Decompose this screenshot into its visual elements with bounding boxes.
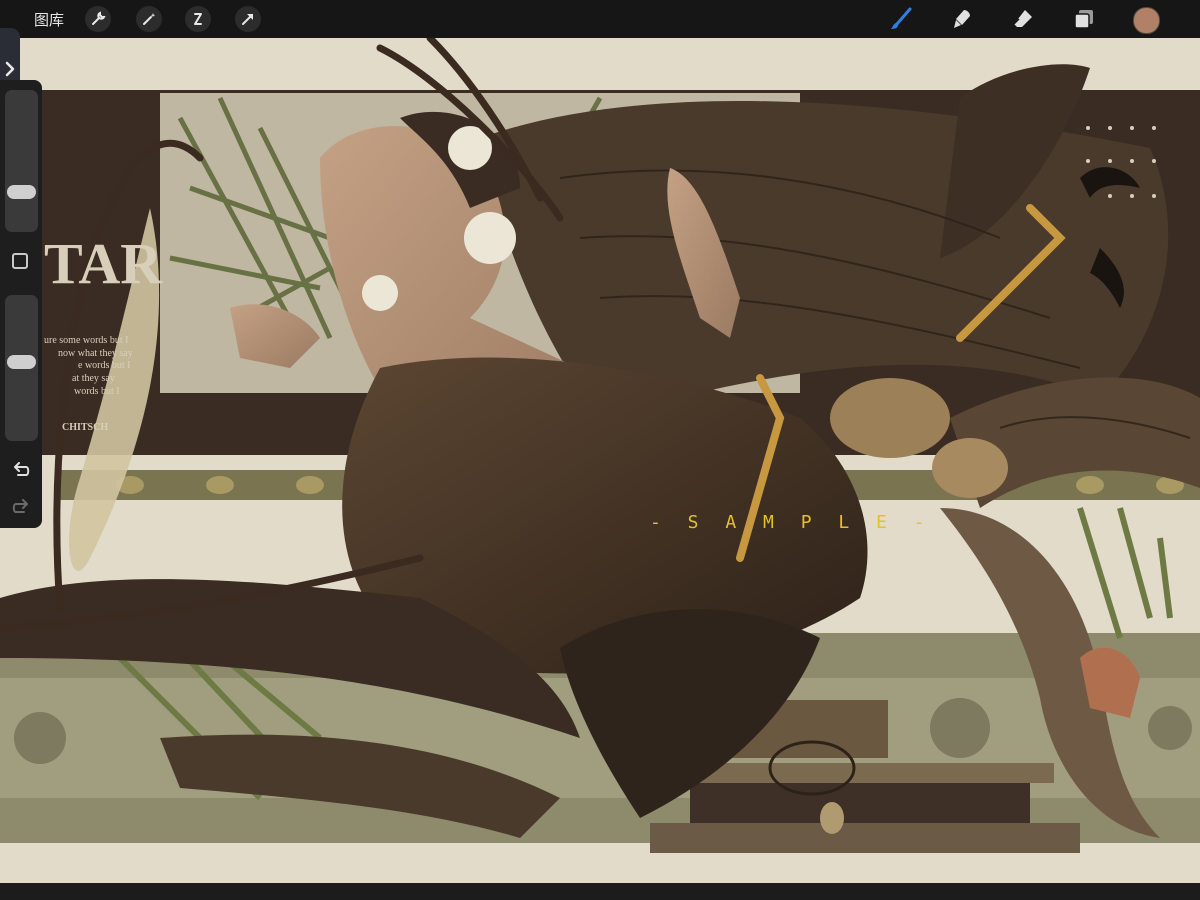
actions-button[interactable] — [85, 6, 111, 32]
adjustments-button[interactable] — [136, 6, 162, 32]
gallery-button[interactable]: 图库 — [34, 9, 64, 30]
brush-size-thumb[interactable] — [7, 185, 36, 199]
brush-size-slider[interactable] — [5, 90, 38, 232]
transform-button[interactable] — [235, 6, 261, 32]
eraser-icon — [1013, 10, 1032, 27]
eraser-tool-button[interactable] — [1010, 6, 1036, 32]
transform-arrow-icon — [242, 14, 253, 25]
sidebar — [0, 80, 42, 528]
redo-button[interactable] — [10, 498, 32, 518]
brush-icon — [891, 7, 912, 29]
bottom-bar — [0, 883, 1200, 900]
selection-icon — [194, 13, 202, 25]
layers-button[interactable] — [1071, 6, 1097, 32]
wrench-icon — [92, 11, 106, 25]
color-picker-button[interactable] — [1133, 7, 1160, 34]
opacity-slider[interactable] — [5, 295, 38, 441]
drawing-canvas[interactable]: TAR ure some words but I now what they s… — [0, 38, 1200, 883]
redo-arrow-icon — [12, 499, 28, 513]
toolbar: 图库 — [0, 0, 1200, 38]
sample-watermark: - S A M P L E - — [650, 512, 933, 533]
selection-button[interactable] — [185, 6, 211, 32]
magic-wand-icon — [143, 13, 156, 25]
brush-tool-button[interactable] — [888, 6, 914, 32]
undo-button[interactable] — [10, 461, 32, 481]
smudge-tool-button[interactable] — [949, 6, 975, 32]
artwork-title: TAR — [44, 231, 163, 296]
undo-arrow-icon — [14, 462, 30, 476]
body-line: words but I — [74, 386, 120, 397]
chevron-right-icon — [5, 61, 15, 77]
body-line: e words but I — [78, 360, 131, 371]
body-line: now what they say — [58, 348, 133, 359]
body-line: at they say — [72, 373, 115, 384]
layers-icon — [1074, 10, 1093, 29]
modify-button[interactable] — [12, 253, 28, 269]
body-line: ure some words but I — [44, 335, 128, 346]
artwork: TAR ure some words but I now what they s… — [0, 38, 1200, 883]
artist-name: CHITSCH — [62, 422, 108, 433]
opacity-thumb[interactable] — [7, 354, 36, 369]
smudge-icon — [954, 10, 970, 28]
